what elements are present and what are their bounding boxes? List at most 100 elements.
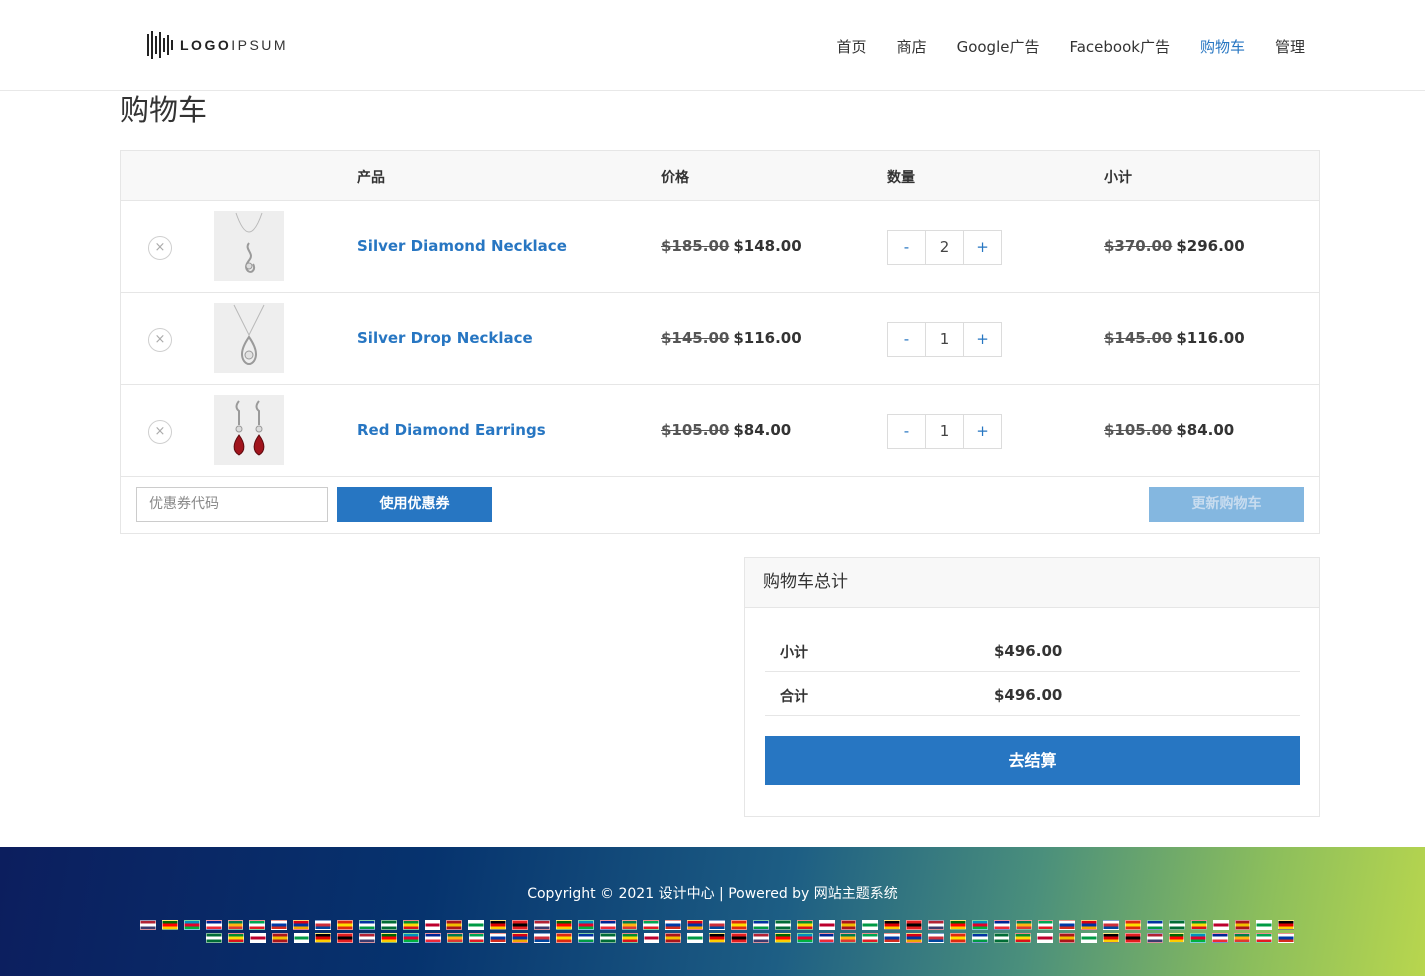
- language-flag-icon[interactable]: [577, 920, 594, 930]
- quantity-decrease-button[interactable]: -: [888, 323, 925, 356]
- quantity-input[interactable]: 1: [925, 323, 964, 356]
- quantity-decrease-button[interactable]: -: [888, 415, 925, 448]
- language-flag-icon[interactable]: [1037, 920, 1054, 930]
- language-flag-icon[interactable]: [1256, 920, 1273, 930]
- language-flag-icon[interactable]: [424, 933, 441, 943]
- language-flag-icon[interactable]: [315, 933, 332, 943]
- language-flag-icon[interactable]: [818, 920, 835, 930]
- language-flag-icon[interactable]: [862, 933, 879, 943]
- language-flag-icon[interactable]: [1059, 920, 1076, 930]
- language-flag-icon[interactable]: [840, 920, 857, 930]
- language-flag-icon[interactable]: [249, 933, 266, 943]
- language-flag-icon[interactable]: [1168, 920, 1185, 930]
- language-flag-icon[interactable]: [534, 920, 550, 930]
- language-flag-icon[interactable]: [621, 933, 638, 943]
- language-flag-icon[interactable]: [512, 920, 529, 930]
- quantity-input[interactable]: 1: [925, 415, 964, 448]
- language-flag-icon[interactable]: [1168, 933, 1185, 943]
- language-flag-icon[interactable]: [1081, 933, 1097, 943]
- checkout-button[interactable]: 去结算: [765, 736, 1300, 785]
- language-flag-icon[interactable]: [709, 920, 726, 930]
- language-flag-icon[interactable]: [1103, 920, 1120, 930]
- language-flag-icon[interactable]: [249, 920, 266, 930]
- language-flag-icon[interactable]: [687, 920, 704, 930]
- language-flag-icon[interactable]: [687, 933, 704, 943]
- language-flag-icon[interactable]: [599, 920, 616, 930]
- language-flag-icon[interactable]: [1146, 933, 1163, 943]
- language-flag-icon[interactable]: [928, 920, 944, 930]
- site-logo[interactable]: LOGOIPSUM: [147, 31, 288, 59]
- language-flag-icon[interactable]: [271, 920, 288, 930]
- language-flag-icon[interactable]: [183, 920, 200, 930]
- language-flag-icon[interactable]: [140, 920, 156, 930]
- quantity-input[interactable]: 2: [925, 231, 964, 264]
- language-flag-icon[interactable]: [315, 920, 332, 930]
- language-flag-icon[interactable]: [271, 933, 288, 943]
- language-flag-icon[interactable]: [490, 933, 507, 943]
- language-flag-icon[interactable]: [1278, 920, 1295, 930]
- language-flag-icon[interactable]: [468, 933, 485, 943]
- language-flag-icon[interactable]: [1037, 933, 1054, 943]
- language-flag-icon[interactable]: [1015, 920, 1032, 930]
- language-flag-icon[interactable]: [1102, 933, 1119, 943]
- language-flag-icon[interactable]: [446, 933, 463, 943]
- language-flag-icon[interactable]: [446, 920, 463, 930]
- language-flag-icon[interactable]: [665, 933, 682, 943]
- language-flag-icon[interactable]: [709, 933, 725, 943]
- product-thumbnail[interactable]: [214, 211, 284, 281]
- update-cart-button[interactable]: 更新购物车: [1149, 487, 1304, 522]
- language-flag-icon[interactable]: [359, 933, 375, 943]
- language-flag-icon[interactable]: [293, 920, 310, 930]
- language-flag-icon[interactable]: [1059, 933, 1075, 943]
- language-flag-icon[interactable]: [818, 933, 835, 943]
- quantity-increase-button[interactable]: +: [964, 231, 1001, 264]
- language-flag-icon[interactable]: [577, 933, 594, 943]
- product-name-link[interactable]: Silver Diamond Necklace: [357, 237, 567, 255]
- nav-admin[interactable]: 管理: [1275, 36, 1305, 57]
- language-flag-icon[interactable]: [205, 920, 222, 930]
- language-flag-icon[interactable]: [971, 933, 988, 943]
- language-flag-icon[interactable]: [906, 933, 922, 943]
- language-flag-icon[interactable]: [1124, 933, 1141, 943]
- language-flag-icon[interactable]: [752, 920, 769, 930]
- language-flag-icon[interactable]: [293, 933, 310, 943]
- language-flag-icon[interactable]: [227, 920, 244, 930]
- remove-item-icon[interactable]: ×: [148, 328, 172, 352]
- quantity-increase-button[interactable]: +: [964, 415, 1001, 448]
- language-flag-icon[interactable]: [796, 920, 813, 930]
- language-flag-icon[interactable]: [337, 920, 353, 930]
- language-flag-icon[interactable]: [402, 933, 419, 943]
- language-flag-icon[interactable]: [1081, 920, 1098, 930]
- quantity-increase-button[interactable]: +: [964, 323, 1001, 356]
- remove-item-icon[interactable]: ×: [148, 420, 172, 444]
- nav-home[interactable]: 首页: [837, 36, 867, 57]
- language-flag-icon[interactable]: [774, 933, 791, 943]
- language-flag-icon[interactable]: [752, 933, 769, 943]
- language-flag-icon[interactable]: [884, 933, 900, 943]
- remove-item-icon[interactable]: ×: [148, 236, 172, 260]
- language-flag-icon[interactable]: [490, 920, 507, 930]
- product-name-link[interactable]: Silver Drop Necklace: [357, 329, 533, 347]
- product-name-link[interactable]: Red Diamond Earrings: [357, 421, 546, 439]
- theme-link[interactable]: 网站主题系统: [814, 886, 898, 902]
- language-flag-icon[interactable]: [731, 920, 747, 930]
- product-thumbnail[interactable]: [214, 303, 284, 373]
- language-flag-icon[interactable]: [643, 920, 660, 930]
- language-flag-icon[interactable]: [796, 933, 813, 943]
- language-flag-icon[interactable]: [599, 933, 616, 943]
- language-flag-icon[interactable]: [424, 920, 441, 930]
- language-flag-icon[interactable]: [402, 920, 419, 930]
- coupon-code-input[interactable]: 优惠券代码: [136, 487, 328, 522]
- language-flag-icon[interactable]: [1015, 933, 1032, 943]
- language-flag-icon[interactable]: [468, 920, 485, 930]
- language-flag-icon[interactable]: [556, 933, 572, 943]
- language-flag-icon[interactable]: [512, 933, 529, 943]
- language-flag-icon[interactable]: [731, 933, 747, 943]
- language-flag-icon[interactable]: [862, 920, 879, 930]
- language-flag-icon[interactable]: [381, 933, 397, 943]
- language-flag-icon[interactable]: [840, 933, 857, 943]
- language-flag-icon[interactable]: [1277, 933, 1294, 943]
- language-flag-icon[interactable]: [884, 920, 901, 930]
- language-flag-icon[interactable]: [358, 920, 375, 930]
- language-flag-icon[interactable]: [227, 933, 244, 943]
